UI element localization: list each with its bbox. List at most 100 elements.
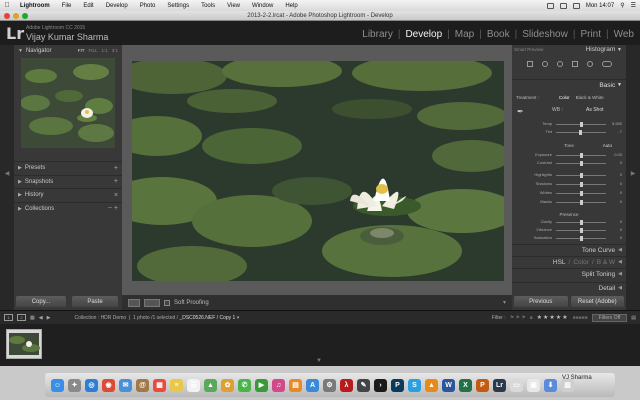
mail-icon[interactable]: ✉	[119, 378, 132, 392]
preview-icon[interactable]: ▣	[527, 378, 540, 392]
menu-settings[interactable]: Settings	[161, 3, 195, 9]
photos-icon[interactable]: ✿	[221, 378, 234, 392]
collections-actions[interactable]: − +	[108, 205, 118, 212]
adjustment-slider[interactable]: Clarity 0	[512, 219, 626, 226]
clear-history-icon[interactable]: ×	[114, 192, 118, 199]
minimize-window-button[interactable]	[13, 13, 19, 19]
color-label[interactable]: Color	[573, 259, 589, 266]
apple-menu-icon[interactable]: 	[0, 2, 14, 9]
auto-tone-button[interactable]: Auto	[603, 143, 612, 148]
detail-header[interactable]: Detail ◀	[512, 282, 626, 293]
adjustment-slider[interactable]: Tint - 7	[512, 129, 626, 136]
slider-track[interactable]	[556, 122, 606, 127]
spotlight-icon[interactable]: ⚲	[620, 2, 624, 9]
slider-value[interactable]: 5,550	[612, 121, 622, 126]
slider-value[interactable]: - 7	[617, 129, 622, 134]
menu-view[interactable]: View	[221, 3, 246, 9]
skype-icon[interactable]: S	[408, 378, 421, 392]
slider-value[interactable]: 0.00	[614, 152, 622, 157]
zoom-3-1[interactable]: 3:1	[112, 48, 118, 53]
treatment-bw-option[interactable]: Black & White	[576, 95, 604, 100]
safari-icon[interactable]: ◎	[85, 378, 98, 392]
slider-value[interactable]: 0	[620, 181, 622, 186]
slider-track[interactable]	[556, 153, 606, 158]
zoom-fill[interactable]: FILL	[88, 48, 97, 53]
close-window-button[interactable]	[4, 13, 10, 19]
photo-preview[interactable]	[132, 61, 504, 281]
filter-lock-icon[interactable]: ▤	[631, 315, 636, 321]
contacts-icon[interactable]: @	[136, 378, 149, 392]
filmstrip-source-path[interactable]: Collection : HDR Demo | 1 photo /1 selec…	[74, 315, 239, 321]
hsl-header[interactable]: HSL / Color / B & W ◀	[512, 256, 626, 267]
module-book[interactable]: Book	[485, 29, 512, 40]
previous-button[interactable]: Previous	[514, 296, 568, 307]
slider-value[interactable]: 0	[620, 172, 622, 177]
slider-track[interactable]	[556, 161, 606, 166]
acrobat-icon[interactable]: λ	[340, 378, 353, 392]
wb-select[interactable]: As Shot	[586, 107, 604, 113]
slider-knob[interactable]	[579, 173, 583, 178]
slider-value[interactable]: 0	[620, 160, 622, 165]
photoshop-icon[interactable]: P	[391, 378, 404, 392]
menu-clock[interactable]: Mon 14:07	[586, 3, 614, 9]
lightroom-icon[interactable]: Lr	[493, 378, 506, 392]
forward-arrow-icon[interactable]: ▶	[47, 315, 51, 321]
adjustment-brush-icon[interactable]	[601, 60, 612, 67]
zoom-window-button[interactable]	[22, 13, 28, 19]
toolbar-menu-icon[interactable]: ▾	[503, 299, 506, 306]
add-snapshot-icon[interactable]: +	[114, 178, 118, 185]
reminders-icon[interactable]: ☰	[187, 378, 200, 392]
loupe-view-icon[interactable]	[128, 298, 140, 307]
notification-center-icon[interactable]: ☰	[631, 2, 636, 9]
menu-edit[interactable]: Edit	[77, 3, 99, 9]
back-arrow-icon[interactable]: ◀	[39, 315, 43, 321]
adjustment-slider[interactable]: Contrast 0	[512, 160, 626, 167]
adjustment-slider[interactable]: Temp 5,550	[512, 121, 626, 128]
eyedropper-icon[interactable]: ✒	[517, 107, 524, 116]
adjustment-slider[interactable]: Whites 0	[512, 190, 626, 197]
crop-tool-icon[interactable]	[526, 60, 533, 67]
zoom-fit[interactable]: FIT	[78, 48, 85, 53]
snapshots-section[interactable]: ▶ Snapshots +	[14, 174, 122, 189]
adjustment-slider[interactable]: Shadows 0	[512, 181, 626, 188]
ibooks-icon[interactable]: ▤	[289, 378, 302, 392]
slider-value[interactable]: 0	[620, 190, 622, 195]
module-slideshow[interactable]: Slideshow	[520, 29, 570, 40]
sketch-icon[interactable]: ✎	[357, 378, 370, 392]
adjustment-slider[interactable]: Exposure 0.00	[512, 152, 626, 159]
reset-button[interactable]: Reset (Adobe)	[570, 296, 624, 307]
slider-knob[interactable]	[579, 220, 583, 225]
slider-value[interactable]: 0	[620, 199, 622, 204]
terminal-icon[interactable]: ›	[374, 378, 387, 392]
copy-button[interactable]: Copy...	[16, 296, 66, 307]
slider-value[interactable]: 0	[620, 219, 622, 224]
paste-button[interactable]: Paste	[72, 296, 118, 307]
red-eye-icon[interactable]	[556, 60, 563, 67]
notes-icon[interactable]: ≡	[170, 378, 183, 392]
graduated-filter-icon[interactable]	[571, 60, 578, 67]
module-map[interactable]: Map	[453, 29, 476, 40]
preferences-icon[interactable]: ⚙	[323, 378, 336, 392]
documents-icon[interactable]: ▭	[510, 378, 523, 392]
menu-file[interactable]: File	[56, 3, 78, 9]
maps-icon[interactable]: ▲	[204, 378, 217, 392]
downloads-icon[interactable]: ⬇	[544, 378, 557, 392]
slider-track[interactable]	[556, 130, 606, 135]
presets-section[interactable]: ▶ Presets +	[14, 161, 122, 175]
navigator-preview[interactable]	[21, 58, 115, 148]
basic-header[interactable]: Basic ▼	[512, 79, 626, 90]
history-section[interactable]: ▶ History ×	[14, 188, 122, 202]
messages-icon[interactable]: ✆	[238, 378, 251, 392]
slider-track[interactable]	[556, 191, 606, 196]
slider-track[interactable]	[556, 182, 606, 187]
menu-help[interactable]: Help	[279, 3, 303, 9]
treatment-color-option[interactable]: Color	[559, 95, 570, 100]
appstore-icon[interactable]: A	[306, 378, 319, 392]
module-print[interactable]: Print	[578, 29, 603, 40]
launchpad-icon[interactable]: ✦	[68, 378, 81, 392]
tone-curve-header[interactable]: Tone Curve ◀	[512, 244, 626, 255]
slider-knob[interactable]	[579, 122, 583, 127]
slider-track[interactable]	[556, 200, 606, 205]
menu-window[interactable]: Window	[246, 3, 279, 9]
menu-app[interactable]: Lightroom	[14, 3, 56, 9]
